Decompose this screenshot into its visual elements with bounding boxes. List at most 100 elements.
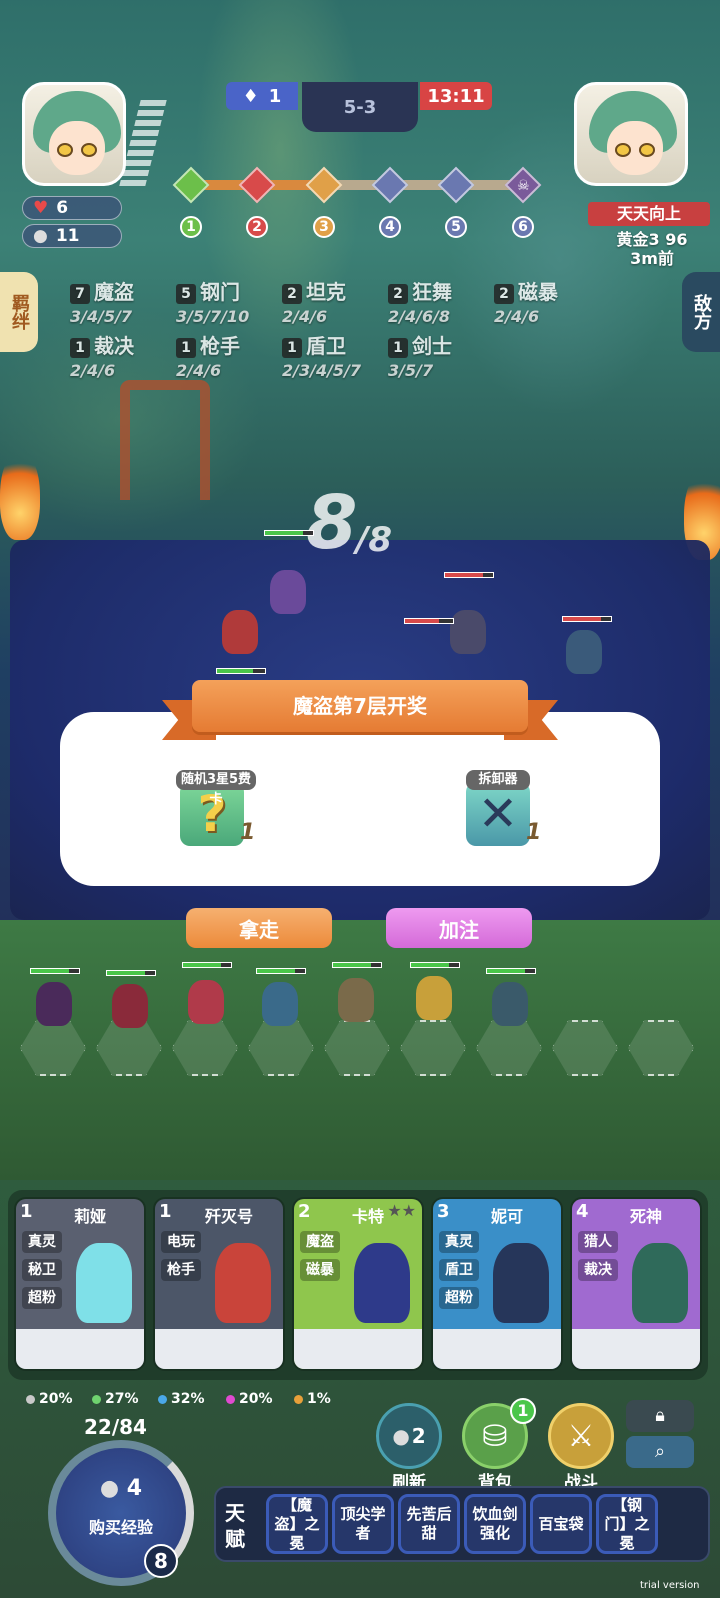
odds-5: 1%: [294, 1391, 331, 1407]
talent-bitter-then-sweet[interactable]: 先苦后甜: [398, 1494, 460, 1554]
trait-qiangshou[interactable]: 1 枪手 2/4/6: [176, 330, 240, 380]
search-button[interactable]: ⌕: [626, 1436, 694, 1468]
synergy-tab[interactable]: 羁绊: [0, 272, 38, 352]
opponent-avatar[interactable]: [574, 82, 688, 186]
arena-unit[interactable]: [566, 630, 602, 674]
odds-dot: [26, 1394, 35, 1404]
arena-unit[interactable]: [270, 570, 306, 614]
card-character: [76, 1243, 132, 1323]
stage-number-1: 1: [180, 216, 202, 238]
refresh-button[interactable]: ● 2: [376, 1403, 442, 1469]
player-coins: ● 11: [22, 224, 122, 248]
bench-unit[interactable]: [112, 984, 148, 1028]
bench-unit[interactable]: [416, 976, 452, 1020]
bench-hp-bar: [182, 962, 232, 968]
reward-item-remover[interactable]: ✕: [466, 782, 530, 846]
trait-kuangwu[interactable]: 2 狂舞 2/4/6/8: [388, 276, 452, 326]
bench-unit[interactable]: [492, 982, 528, 1026]
odds-2: 27%: [92, 1391, 139, 1407]
odds-dot: [92, 1394, 101, 1404]
arena-unit[interactable]: [450, 610, 486, 654]
reward-title: 魔盗第7层开奖: [192, 680, 528, 732]
stage-number-2: 2: [246, 216, 268, 238]
skull-icon: ☠: [517, 178, 530, 194]
trait-cibao[interactable]: 2 磁暴 2/4/6: [494, 276, 558, 326]
shop-card-jianmiehao[interactable]: 1 歼灭号 电玩 枪手: [153, 1197, 285, 1371]
shop-card-sishen[interactable]: 4 死神 猎人 裁决: [570, 1197, 702, 1371]
bench-unit[interactable]: [188, 980, 224, 1024]
torch-fire-left: [0, 450, 40, 540]
stage-number-3: 3: [313, 216, 335, 238]
battle-button[interactable]: ⚔: [548, 1403, 614, 1469]
lock-icon: 🔒︎: [655, 1405, 665, 1426]
unit-hp-bar: [264, 530, 314, 536]
bench-unit[interactable]: [338, 978, 374, 1022]
unit-hp-bar: [216, 668, 266, 674]
blue-score: ♦ 1: [226, 82, 298, 110]
coin-icon: ●: [99, 1476, 120, 1501]
reward-item-label: 随机3星5费卡: [176, 770, 256, 807]
talent-gangmen-crown[interactable]: 【钢门】之冕: [596, 1494, 658, 1554]
reward-modal: [60, 712, 660, 886]
watermark: trial version: [640, 1580, 700, 1591]
unit-hp-bar: [562, 616, 612, 622]
odds-dot: [226, 1394, 235, 1404]
talent-treasure-bag[interactable]: 百宝袋: [530, 1494, 592, 1554]
trait-caijue[interactable]: 1 裁决 2/4/6: [70, 330, 134, 380]
stage-number-6: 6: [512, 216, 534, 238]
odds-dot: [158, 1394, 167, 1404]
bench-unit[interactable]: [36, 982, 72, 1026]
timer: 13:11: [420, 82, 492, 110]
arena-unit[interactable]: [222, 610, 258, 654]
bench-hp-bar: [30, 968, 80, 974]
player-avatar[interactable]: [22, 82, 126, 186]
take-button[interactable]: 拿走: [186, 908, 332, 948]
board-unit-count: 8: [306, 480, 358, 566]
bench-hp-bar: [486, 968, 536, 974]
reward-item-count: 1: [240, 820, 256, 845]
bench-unit[interactable]: [262, 982, 298, 1026]
board-unit-max: /8: [356, 520, 393, 560]
shrine-gate: [120, 380, 210, 500]
stage-number-4: 4: [379, 216, 401, 238]
bench-hp-bar: [106, 970, 156, 976]
trait-dunwei[interactable]: 1 盾卫 2/3/4/5/7: [282, 330, 361, 380]
shop-card-liya[interactable]: 1 莉娅 真灵 秘卫 超粉: [14, 1197, 146, 1371]
unit-hp-bar: [404, 618, 454, 624]
talent-top-scholar[interactable]: 顶尖学者: [332, 1494, 394, 1554]
reward-item-label: 拆卸器: [466, 770, 530, 790]
coin-icon: ●: [392, 1424, 410, 1448]
coin-icon: ●: [33, 226, 48, 246]
bench-hp-bar: [410, 962, 460, 968]
talent-bloodthirster-upgrade[interactable]: 饮血剑强化: [464, 1494, 526, 1554]
card-character: [493, 1243, 549, 1323]
shop-card-nike[interactable]: 3 妮可 真灵 盾卫 超粉: [431, 1197, 563, 1371]
bench-hp-bar: [256, 968, 306, 974]
odds-dot: [294, 1394, 303, 1404]
opponent-rank: 黄金3 96 3m前: [616, 230, 688, 268]
flame-icon: ♦: [242, 85, 259, 107]
lock-button[interactable]: 🔒︎: [626, 1400, 694, 1432]
trait-modao[interactable]: 7 魔盗 3/4/5/7: [70, 276, 134, 326]
search-icon: ⌕: [654, 1441, 666, 1462]
shop-card-kate[interactable]: 2 卡特 魔盗 磁暴 ★★: [292, 1197, 424, 1371]
bet-button[interactable]: 加注: [386, 908, 532, 948]
bag-badge: 1: [510, 1398, 536, 1424]
reward-item-count: 1: [526, 820, 542, 845]
wrench-screwdriver-icon: ✕: [477, 786, 519, 842]
bench-hp-bar: [332, 962, 382, 968]
player-hearts: ♥ 6: [22, 196, 122, 220]
round-indicator: 5-3: [302, 82, 418, 132]
crossed-swords-icon: ⚔: [567, 1418, 595, 1454]
star-icon: ★★: [387, 1201, 416, 1220]
trait-jianshi[interactable]: 1 剑士 3/5/7: [388, 330, 452, 380]
trait-tanke[interactable]: 2 坦克 2/4/6: [282, 276, 346, 326]
heart-icon: ♥: [33, 198, 49, 218]
talent-modao-crown[interactable]: 【魔盗】之冕: [266, 1494, 328, 1554]
enemy-tab[interactable]: 敌方: [682, 272, 720, 352]
stage-number-5: 5: [445, 216, 467, 238]
trait-gangmen[interactable]: 5 钢门 3/5/7/10: [176, 276, 249, 326]
card-character: [354, 1243, 410, 1323]
opponent-name: 天天向上: [588, 202, 710, 226]
player-level: 8: [144, 1544, 178, 1578]
